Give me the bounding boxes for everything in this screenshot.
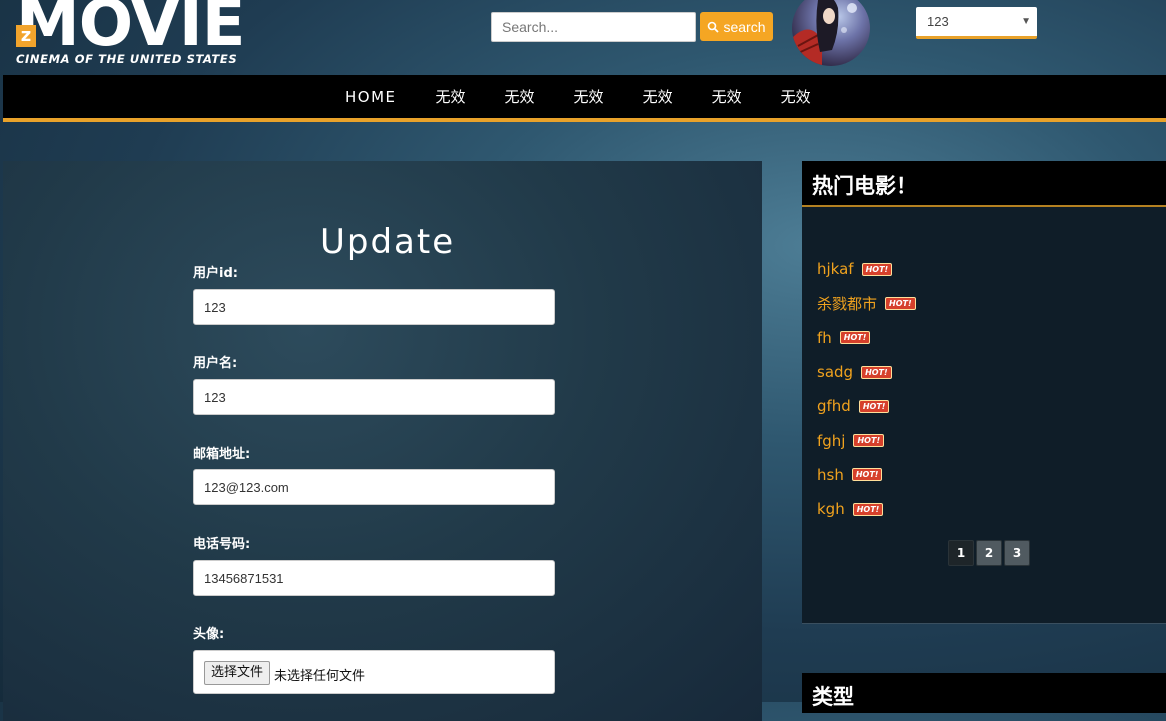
user-avatar[interactable] bbox=[792, 0, 870, 66]
list-item: fghj HOT! bbox=[817, 423, 916, 457]
hot-badge: HOT! bbox=[861, 365, 892, 379]
user-id-input[interactable] bbox=[193, 289, 555, 325]
hot-movies-header: 热门电影！ bbox=[802, 161, 1166, 207]
username-label: 用户名: bbox=[193, 356, 238, 371]
list-item: hjkaf HOT! bbox=[817, 252, 916, 286]
movie-link[interactable]: sadg bbox=[817, 363, 853, 381]
nav-item[interactable]: 无效 bbox=[505, 86, 535, 107]
nav-item[interactable]: 无效 bbox=[712, 86, 742, 107]
nav-item[interactable]: 无效 bbox=[574, 86, 604, 107]
main-nav: HOME 无效 无效 无效 无效 无效 无效 bbox=[3, 75, 1166, 122]
hot-movies-pagination: 1 2 3 bbox=[948, 540, 1030, 566]
nav-item-home[interactable]: HOME bbox=[345, 88, 397, 106]
nav-item[interactable]: 无效 bbox=[643, 86, 673, 107]
hot-badge: HOT! bbox=[858, 399, 890, 413]
types-title: 类型 bbox=[812, 685, 854, 709]
hot-badge: HOT! bbox=[839, 331, 871, 345]
hot-badge: HOT! bbox=[852, 502, 884, 516]
email-input[interactable] bbox=[193, 469, 555, 505]
list-item: kgh HOT! bbox=[817, 492, 916, 526]
hot-badge: HOT! bbox=[861, 262, 893, 276]
phone-input[interactable] bbox=[193, 560, 555, 596]
hot-badge: HOT! bbox=[853, 434, 885, 448]
avatar-file-field: 选择文件 未选择任何文件 bbox=[193, 650, 555, 694]
list-item: gfhd HOT! bbox=[817, 389, 916, 423]
logo-tagline: CINEMA OF THE UNITED STATES bbox=[16, 52, 238, 66]
avatar-image bbox=[792, 0, 870, 66]
site-logo[interactable]: MOVIE z CINEMA OF THE UNITED STATES bbox=[14, 0, 276, 70]
page-button-1[interactable]: 1 bbox=[948, 540, 974, 566]
search-input[interactable] bbox=[491, 12, 696, 42]
movie-link[interactable]: hjkaf bbox=[817, 260, 854, 278]
logo-text: MOVIE bbox=[16, 0, 245, 61]
chevron-down-icon: ▼ bbox=[1021, 16, 1031, 27]
page-button-2[interactable]: 2 bbox=[976, 540, 1002, 566]
phone-label: 电话号码: bbox=[193, 537, 251, 552]
page-button-3[interactable]: 3 bbox=[1004, 540, 1030, 566]
email-label: 邮箱地址: bbox=[193, 447, 251, 462]
search-button-label: search bbox=[723, 18, 766, 35]
types-panel: 类型 bbox=[802, 673, 1166, 713]
list-item: hsh HOT! bbox=[817, 458, 916, 492]
movie-link[interactable]: hsh bbox=[817, 466, 844, 484]
list-item: 杀戮都市 HOT! bbox=[817, 286, 916, 320]
nav-item[interactable]: 无效 bbox=[436, 86, 466, 107]
search-icon bbox=[708, 21, 720, 33]
hot-badge: HOT! bbox=[885, 296, 916, 310]
movie-link[interactable]: kgh bbox=[817, 500, 845, 518]
movie-link[interactable]: fh bbox=[817, 329, 832, 347]
file-status: 未选择任何文件 bbox=[274, 669, 366, 684]
list-item: sadg HOT! bbox=[817, 355, 916, 389]
avatar-label: 头像: bbox=[193, 627, 225, 642]
logo-z-mark: z bbox=[16, 25, 36, 47]
user-select-value: 123 bbox=[927, 14, 949, 29]
search-button[interactable]: search bbox=[700, 12, 773, 41]
movie-link[interactable]: gfhd bbox=[817, 397, 851, 415]
user-select[interactable]: 123 ▼ bbox=[916, 7, 1037, 39]
form-title: Update bbox=[320, 222, 456, 262]
movie-link[interactable]: fghj bbox=[817, 432, 845, 450]
hot-badge: HOT! bbox=[851, 468, 883, 482]
list-item: fh HOT! bbox=[817, 321, 916, 355]
hot-movies-title: 热门电影！ bbox=[812, 174, 917, 198]
movie-link[interactable]: 杀戮都市 bbox=[817, 293, 877, 314]
username-input[interactable] bbox=[193, 379, 555, 415]
choose-file-button[interactable]: 选择文件 bbox=[204, 661, 271, 685]
user-id-label: 用户id: bbox=[193, 266, 238, 281]
nav-item[interactable]: 无效 bbox=[781, 86, 811, 107]
hot-movies-list: hjkaf HOT! 杀戮都市 HOT! fh HOT! sadg HOT! gfhd H… bbox=[817, 252, 916, 526]
